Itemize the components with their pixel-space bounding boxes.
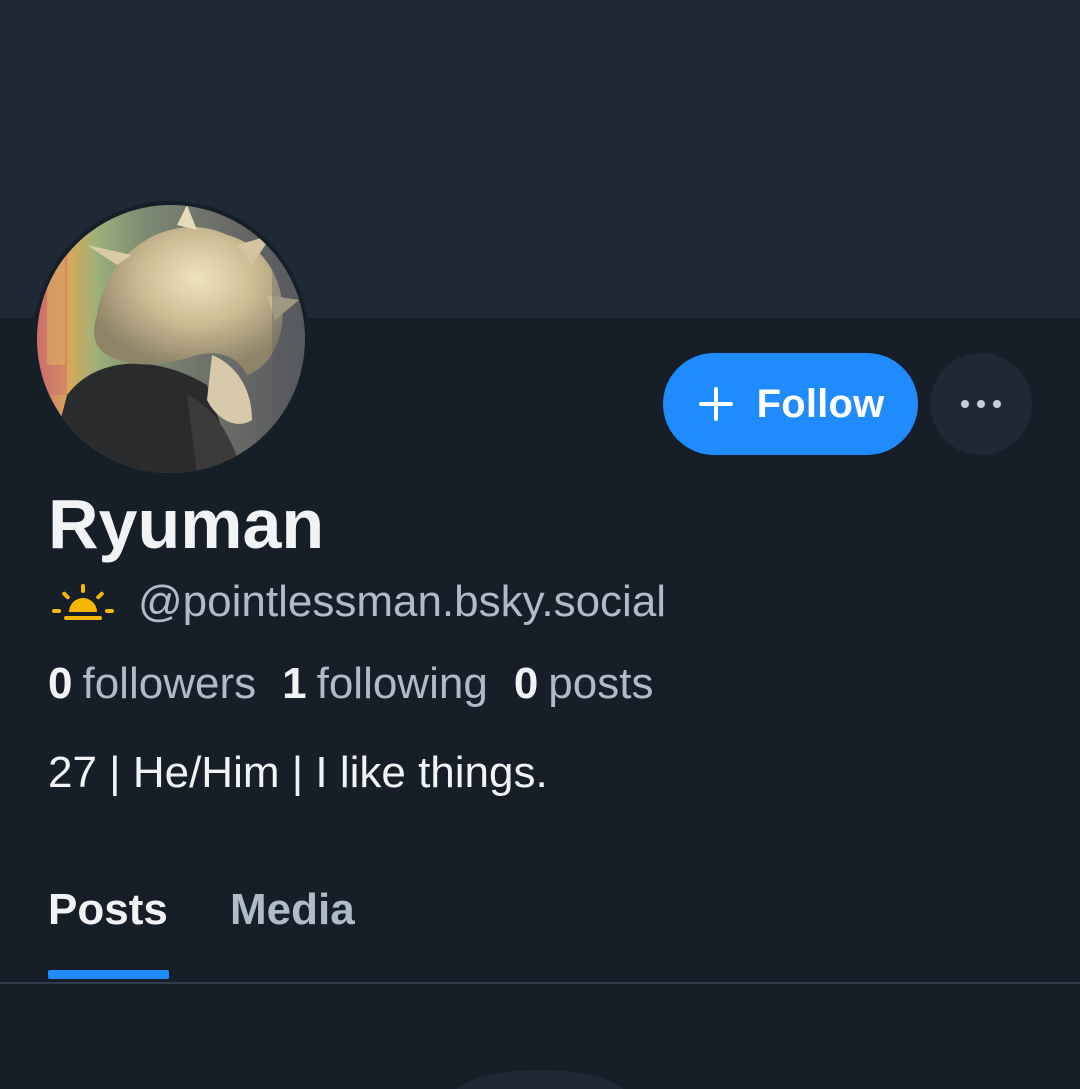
profile-bio: 27 | He/Him | I like things. bbox=[48, 748, 548, 797]
posts-label: posts bbox=[548, 659, 654, 708]
following-stat[interactable]: 1 following bbox=[282, 659, 488, 709]
profile-handle[interactable]: @pointlessman.bsky.social bbox=[138, 577, 666, 627]
avatar-image bbox=[37, 205, 305, 473]
tab-media[interactable]: Media bbox=[230, 882, 355, 938]
follow-button[interactable]: Follow bbox=[663, 353, 918, 455]
plus-icon bbox=[697, 385, 735, 423]
tab-posts[interactable]: Posts bbox=[48, 882, 168, 938]
profile-tabs: Posts Media bbox=[0, 870, 1080, 984]
posts-count: 0 bbox=[513, 659, 539, 708]
more-options-button[interactable] bbox=[930, 353, 1032, 455]
handle-row: @pointlessman.bsky.social bbox=[50, 575, 666, 629]
followers-label: followers bbox=[82, 659, 257, 708]
ellipsis-icon bbox=[961, 400, 1001, 408]
followers-stat[interactable]: 0 followers bbox=[48, 659, 256, 709]
following-label: following bbox=[316, 659, 488, 708]
profile-page: Follow Ryuman @pointlessman.bsky.social … bbox=[0, 0, 1080, 1089]
posts-stat: 0 posts bbox=[514, 659, 654, 709]
loading-placeholder bbox=[450, 1070, 630, 1089]
sun-rising-icon bbox=[52, 584, 114, 620]
follow-button-label: Follow bbox=[756, 381, 885, 426]
display-name: Ryuman bbox=[48, 485, 325, 563]
active-tab-indicator bbox=[48, 970, 169, 979]
following-count: 1 bbox=[282, 659, 307, 708]
followers-count: 0 bbox=[48, 659, 73, 708]
profile-stats: 0 followers 1 following 0 posts bbox=[48, 656, 679, 712]
avatar[interactable] bbox=[37, 205, 305, 473]
